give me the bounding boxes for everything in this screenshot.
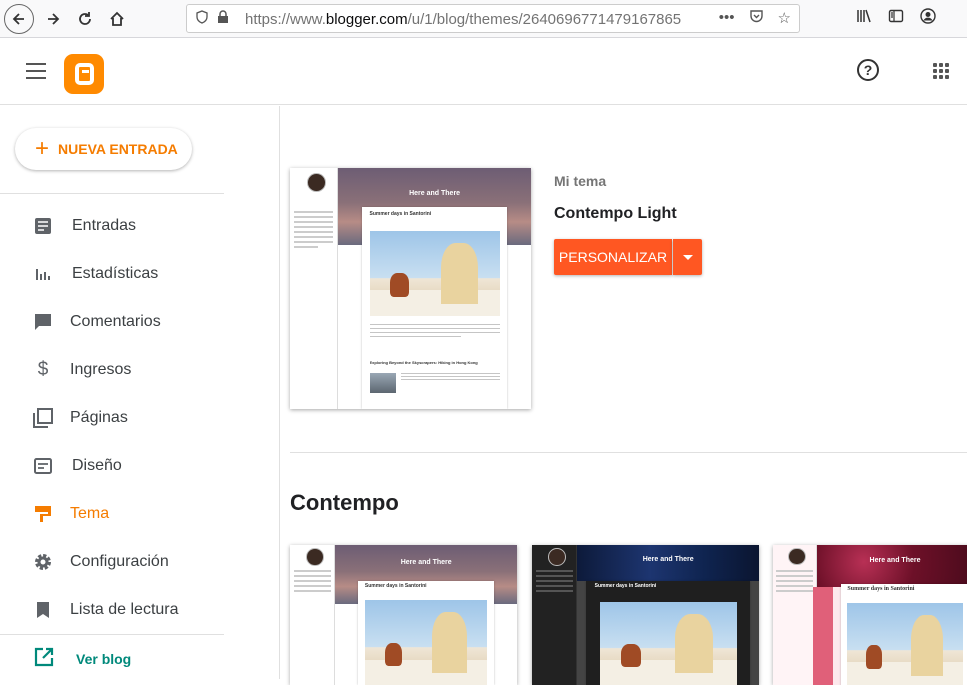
sidebar-item-estadisticas[interactable]: Estadísticas bbox=[0, 250, 224, 298]
my-theme-label: Mi tema bbox=[554, 173, 607, 189]
account-icon[interactable] bbox=[920, 8, 936, 28]
preview-post-card: Summer days in Santorini Exploring Beyon… bbox=[362, 206, 507, 409]
preview-sidebar bbox=[290, 545, 336, 685]
stats-icon bbox=[33, 264, 53, 284]
sidebar-item-label: Páginas bbox=[70, 409, 128, 426]
help-icon[interactable]: ? bbox=[857, 59, 879, 81]
theme-thumbnail-light[interactable]: Here and There Summer days in Santorini bbox=[290, 545, 517, 685]
lock-icon[interactable] bbox=[217, 10, 229, 27]
current-theme-thumbnail[interactable]: Here and There Summer days in Santorini … bbox=[290, 168, 531, 409]
forward-icon[interactable] bbox=[38, 4, 68, 34]
app-header: ? bbox=[0, 39, 967, 105]
preview-post-title: Summer days in Santorini bbox=[369, 210, 432, 217]
new-post-button[interactable]: + NUEVA ENTRADA bbox=[15, 128, 192, 170]
pages-icon bbox=[33, 408, 53, 428]
preview-blog-title: Here and There bbox=[400, 559, 452, 567]
plus-icon: + bbox=[35, 135, 50, 162]
shield-icon[interactable] bbox=[195, 10, 209, 27]
earnings-icon: $ bbox=[37, 359, 49, 380]
current-theme-name: Contempo Light bbox=[554, 205, 677, 222]
preview-photo bbox=[847, 602, 963, 685]
preview-sidebar bbox=[773, 545, 817, 685]
posts-icon bbox=[33, 216, 53, 236]
customize-dropdown-button[interactable] bbox=[673, 239, 702, 275]
preview-avatar bbox=[788, 547, 806, 565]
preview-post2-title: Exploring Beyond the Skyscrapers: Hiking… bbox=[369, 360, 478, 366]
sidebar-item-label: Tema bbox=[70, 505, 110, 522]
blogger-logo-icon[interactable] bbox=[64, 54, 104, 94]
sidebar-item-label: Comentarios bbox=[70, 313, 161, 330]
view-blog-link[interactable]: Ver blog bbox=[0, 641, 224, 677]
preview-photo bbox=[599, 602, 737, 685]
preview-photo bbox=[369, 230, 500, 316]
new-post-label: NUEVA ENTRADA bbox=[58, 141, 178, 157]
menu-icon[interactable] bbox=[26, 63, 46, 79]
customize-button[interactable]: PERSONALIZAR bbox=[554, 239, 672, 275]
preview-blog-title: Here and There bbox=[409, 189, 461, 197]
preview-avatar bbox=[306, 172, 326, 192]
view-blog-label: Ver blog bbox=[76, 651, 132, 667]
preview-avatar bbox=[547, 547, 566, 566]
url-text[interactable]: https://www.blogger.com/u/1/blog/themes/… bbox=[245, 11, 681, 28]
caret-down-icon bbox=[682, 254, 693, 260]
sidebar-item-label: Configuración bbox=[70, 553, 169, 570]
url-bar[interactable]: https://www.blogger.com/u/1/blog/themes/… bbox=[186, 4, 800, 33]
sidebar: + NUEVA ENTRADA Entradas Estadísticas Co… bbox=[0, 106, 280, 679]
sidebar-item-label: Diseño bbox=[72, 457, 122, 474]
sidebar-item-paginas[interactable]: Páginas bbox=[0, 394, 224, 442]
library-icon[interactable] bbox=[856, 8, 872, 28]
preview-post-card: Summer days in Santorini bbox=[358, 581, 495, 685]
preview-post-card: Summer days in Santorini bbox=[841, 584, 967, 685]
preview-post-title: Summer days in Santorini bbox=[847, 586, 915, 593]
sidebar-item-comentarios[interactable]: Comentarios bbox=[0, 298, 224, 346]
preview-hero: Here and There bbox=[817, 545, 967, 587]
preview-sidebar bbox=[290, 168, 339, 409]
sidebar-divider bbox=[0, 193, 224, 194]
url-domain: blogger.com bbox=[325, 11, 408, 28]
preview-blog-title: Here and There bbox=[642, 555, 694, 563]
sidebar-item-lista-de-lectura[interactable]: Lista de lectura bbox=[0, 586, 224, 634]
url-prefix: https://www. bbox=[245, 11, 326, 28]
preview-avatar bbox=[305, 547, 324, 566]
sidebar-item-configuracion[interactable]: Configuración bbox=[0, 538, 224, 586]
sidebar-icon[interactable] bbox=[888, 8, 904, 28]
theme-section-title: Contempo bbox=[290, 490, 399, 515]
sidebar-item-entradas[interactable]: Entradas bbox=[0, 202, 224, 250]
sidebar-item-label: Estadísticas bbox=[72, 265, 159, 282]
layout-icon bbox=[33, 456, 53, 476]
preview-hero: Here and There bbox=[577, 545, 759, 582]
preview-post2-photo bbox=[369, 372, 396, 393]
url-path: /u/1/blog/themes/2640696771479167865 bbox=[407, 11, 682, 28]
open-in-new-icon bbox=[34, 647, 54, 672]
sidebar-item-tema[interactable]: Tema bbox=[0, 490, 224, 538]
preview-sidebar bbox=[532, 545, 578, 685]
pocket-icon[interactable] bbox=[749, 9, 764, 28]
more-icon[interactable]: ••• bbox=[719, 9, 735, 28]
back-icon[interactable] bbox=[4, 4, 34, 34]
reload-icon[interactable] bbox=[70, 4, 100, 34]
comments-icon bbox=[33, 312, 53, 332]
sidebar-item-label: Entradas bbox=[72, 217, 137, 234]
theme-thumbnail-rose[interactable]: Here and There Summer days in Santorini bbox=[773, 545, 967, 685]
preview-post-card: Summer days in Santorini bbox=[586, 581, 750, 685]
preview-blog-title: Here and There bbox=[869, 556, 921, 564]
home-icon[interactable] bbox=[102, 4, 132, 34]
apps-grid-icon[interactable] bbox=[933, 63, 949, 79]
theme-icon bbox=[33, 504, 53, 524]
preview-post-title: Summer days in Santorini bbox=[594, 583, 657, 590]
sidebar-item-label: Ingresos bbox=[70, 361, 132, 378]
sidebar-item-label: Lista de lectura bbox=[70, 601, 179, 618]
reading-list-icon bbox=[33, 600, 53, 620]
sidebar-item-ingresos[interactable]: $ Ingresos bbox=[0, 346, 224, 394]
main-content: Here and There Summer days in Santorini … bbox=[281, 106, 967, 685]
sidebar-divider bbox=[0, 634, 224, 635]
browser-toolbar: https://www.blogger.com/u/1/blog/themes/… bbox=[0, 0, 967, 38]
star-icon[interactable]: ☆ bbox=[778, 9, 791, 28]
sidebar-item-diseno[interactable]: Diseño bbox=[0, 442, 224, 490]
main-divider bbox=[290, 452, 967, 453]
theme-thumbnail-dark[interactable]: Here and There Summer days in Santorini bbox=[532, 545, 759, 685]
settings-icon bbox=[33, 552, 53, 572]
preview-post-title: Summer days in Santorini bbox=[364, 583, 427, 590]
preview-photo bbox=[364, 600, 488, 685]
